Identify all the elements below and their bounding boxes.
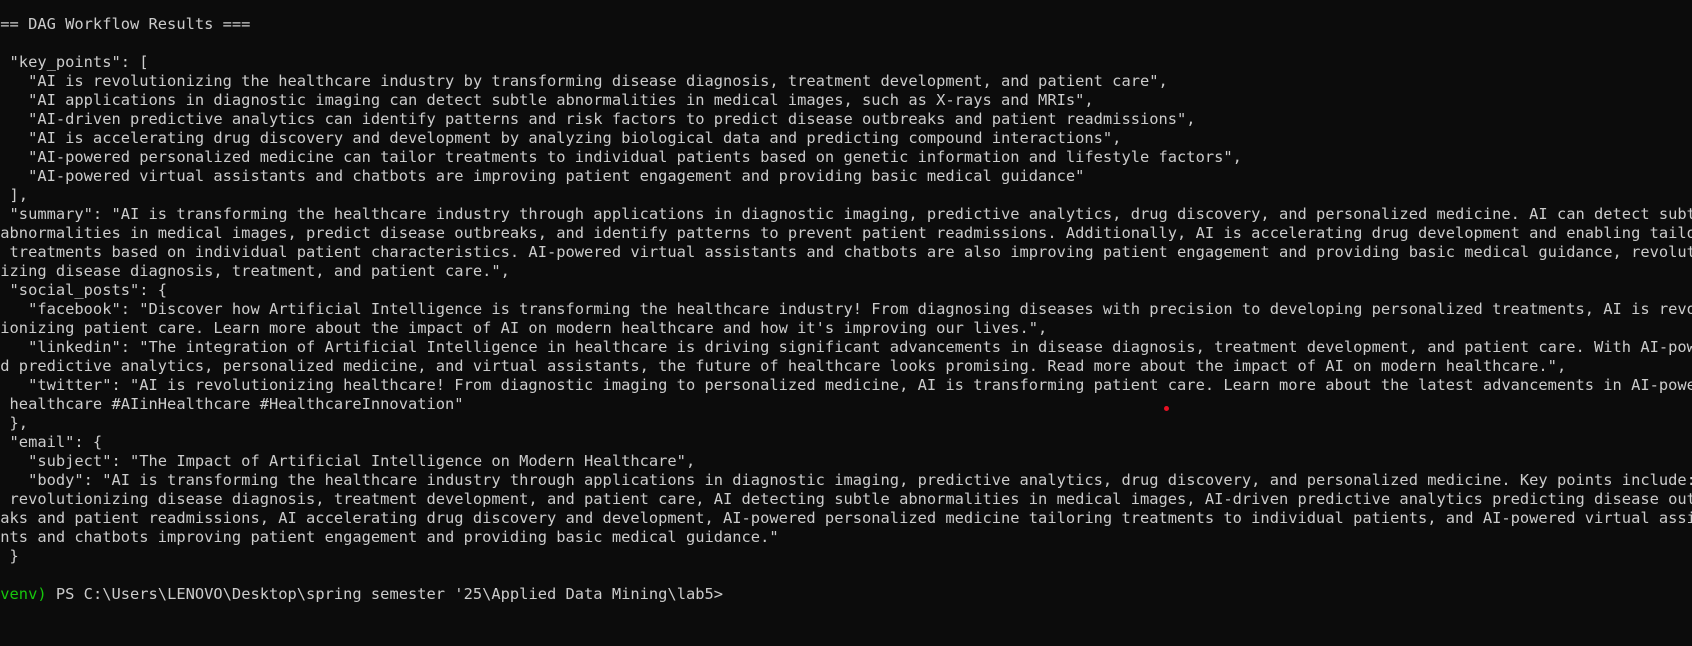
prompt-path: PS C:\Users\LENOVO\Desktop\spring semest… bbox=[46, 585, 724, 603]
terminal-prompt[interactable]: (venv) PS C:\Users\LENOVO\Desktop\spring… bbox=[0, 585, 1692, 604]
output-line: ants and chatbots improving patient enga… bbox=[0, 528, 779, 546]
output-line: d treatments based on individual patient… bbox=[0, 243, 1692, 261]
output-line: "AI is accelerating drug discovery and d… bbox=[0, 129, 1122, 147]
output-line: "summary": "AI is transforming the healt… bbox=[0, 205, 1692, 223]
output-line: "AI-powered personalized medicine can ta… bbox=[0, 148, 1242, 166]
output-line: === DAG Workflow Results === bbox=[0, 15, 251, 33]
mouse-cursor-dot bbox=[1164, 406, 1169, 411]
output-line: "facebook": "Discover how Artificial Int… bbox=[0, 300, 1692, 318]
venv-indicator: (venv) bbox=[0, 585, 47, 603]
output-line: "AI is revolutionizing the healthcare in… bbox=[0, 72, 1168, 90]
output-line: { bbox=[0, 34, 1692, 53]
output-line: "email": { bbox=[0, 433, 103, 451]
output-line: I revolutionizing disease diagnosis, tre… bbox=[0, 490, 1692, 508]
output-line: "body": "AI is transforming the healthca… bbox=[0, 471, 1692, 489]
output-line: eaks and patient readmissions, AI accele… bbox=[0, 509, 1692, 527]
output-line: "twitter": "AI is revolutionizing health… bbox=[0, 376, 1692, 394]
output-line: } bbox=[0, 566, 1692, 585]
output-line: }, bbox=[9, 414, 29, 432]
output-line: "key_points": [ bbox=[0, 53, 149, 71]
output-line: "AI-driven predictive analytics can iden… bbox=[0, 110, 1196, 128]
output-line: "AI-powered virtual assistants and chatb… bbox=[0, 167, 1085, 185]
output-line: ], bbox=[9, 186, 29, 204]
output-line: "subject": "The Impact of Artificial Int… bbox=[0, 452, 696, 470]
output-line: } bbox=[9, 547, 19, 565]
terminal-window[interactable]: === DAG Workflow Results ==={ "key_point… bbox=[0, 0, 1692, 646]
terminal-output: === DAG Workflow Results ==={ "key_point… bbox=[0, 15, 1692, 585]
output-line: "social_posts": { bbox=[0, 281, 168, 299]
output-line: nizing disease diagnosis, treatment, and… bbox=[0, 262, 510, 280]
output-line: "AI applications in diagnostic imaging c… bbox=[0, 91, 1094, 109]
output-line: ed predictive analytics, personalized me… bbox=[0, 357, 1567, 375]
output-line: "linkedin": "The integration of Artifici… bbox=[0, 338, 1692, 356]
output-line: d healthcare #AIinHealthcare #Healthcare… bbox=[0, 395, 464, 413]
output-line: tionizing patient care. Learn more about… bbox=[0, 319, 1048, 337]
output-line: abnormalities in medical images, predict… bbox=[0, 224, 1692, 242]
